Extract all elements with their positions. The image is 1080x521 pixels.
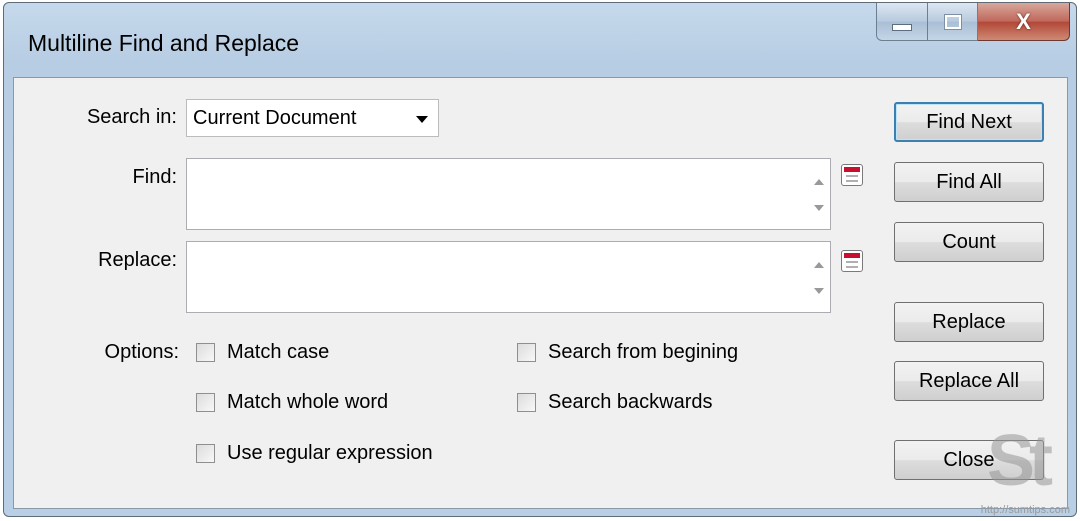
find-input[interactable] xyxy=(186,158,831,230)
count-button[interactable]: Count xyxy=(894,222,1044,262)
scroll-down-icon[interactable] xyxy=(814,288,824,294)
match-whole-word-checkbox[interactable]: Match whole word xyxy=(196,391,388,414)
window-title: Multiline Find and Replace xyxy=(28,30,300,56)
search-from-beginning-label: Search from begining xyxy=(548,341,739,363)
checkbox-box[interactable] xyxy=(196,393,215,412)
close-icon: X xyxy=(1016,8,1031,34)
search-in-label: Search in: xyxy=(86,106,177,128)
find-history-icon[interactable] xyxy=(841,164,863,186)
checkbox-box[interactable] xyxy=(196,444,215,463)
find-next-button[interactable]: Find Next xyxy=(894,102,1044,142)
replace-history-icon[interactable] xyxy=(841,250,863,272)
replace-label: Replace: xyxy=(98,249,177,271)
match-case-checkbox[interactable]: Match case xyxy=(196,341,329,364)
minimize-button[interactable] xyxy=(876,3,928,41)
find-all-button[interactable]: Find All xyxy=(894,162,1044,202)
title-bar[interactable]: Multiline Find and Replace X xyxy=(4,3,1076,79)
window-controls: X xyxy=(876,3,1070,41)
checkbox-box[interactable] xyxy=(517,393,536,412)
dialog-window: Multiline Find and Replace X Search in: … xyxy=(3,2,1077,517)
options-label: Options: xyxy=(104,341,179,363)
maximize-button[interactable] xyxy=(928,3,978,41)
find-scrollbar[interactable] xyxy=(806,159,830,229)
find-label: Find: xyxy=(132,166,177,188)
close-window-button[interactable]: X xyxy=(978,3,1070,41)
dialog-body: Search in: Current Document Find: Replac… xyxy=(13,77,1068,509)
search-from-beginning-checkbox[interactable]: Search from begining xyxy=(517,341,738,364)
scroll-up-icon[interactable] xyxy=(814,179,824,185)
scroll-up-icon[interactable] xyxy=(814,262,824,268)
replace-all-button[interactable]: Replace All xyxy=(894,361,1044,401)
replace-scrollbar[interactable] xyxy=(806,242,830,312)
use-regular-expression-label: Use regular expression xyxy=(227,442,433,464)
replace-button[interactable]: Replace xyxy=(894,302,1044,342)
scroll-down-icon[interactable] xyxy=(814,205,824,211)
maximize-icon xyxy=(944,14,961,29)
replace-input[interactable] xyxy=(186,241,831,313)
match-case-label: Match case xyxy=(227,341,330,363)
minimize-icon xyxy=(892,24,912,31)
checkbox-box[interactable] xyxy=(196,343,215,362)
search-in-dropdown[interactable]: Current Document xyxy=(186,99,439,137)
search-backwards-label: Search backwards xyxy=(548,391,713,413)
checkbox-box[interactable] xyxy=(517,343,536,362)
match-whole-word-label: Match whole word xyxy=(227,391,389,413)
search-in-value: Current Document xyxy=(193,107,357,129)
chevron-down-icon xyxy=(416,116,428,123)
use-regular-expression-checkbox[interactable]: Use regular expression xyxy=(196,442,433,465)
watermark-url: http://sumtips.com xyxy=(980,504,1070,516)
watermark-logo: St xyxy=(987,421,1053,501)
search-backwards-checkbox[interactable]: Search backwards xyxy=(517,391,713,414)
